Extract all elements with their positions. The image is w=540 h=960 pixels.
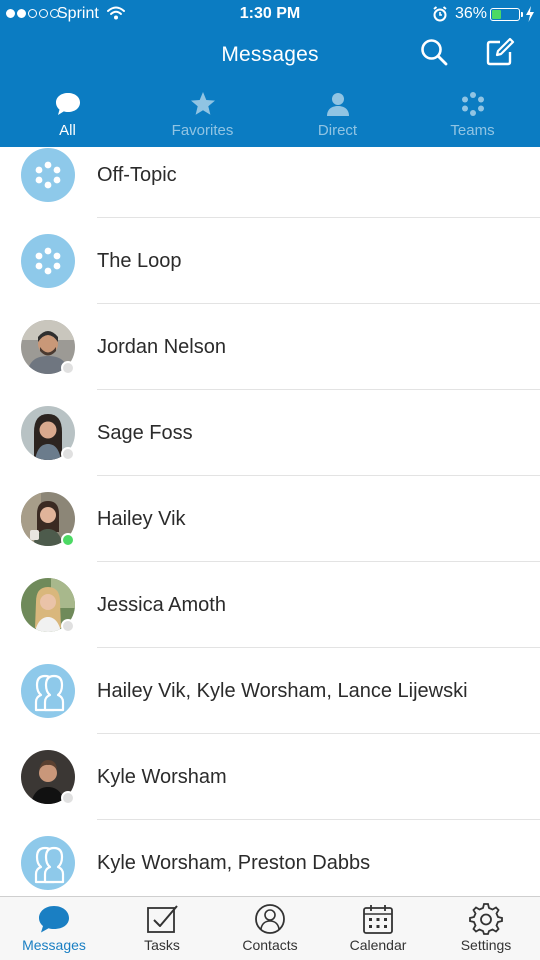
conversation-name: Hailey Vik [97,508,186,530]
chat-bubble-icon [55,93,80,115]
messages-icon [39,906,69,933]
tasks-icon [147,905,178,933]
conversation-row-the-loop[interactable]: The Loop [0,218,540,304]
conversation-row-kyle-worsham[interactable]: Kyle Worsham [0,734,540,820]
presence-offline-dot [61,447,75,461]
conversation-row-off-topic[interactable]: Off-Topic [0,147,540,218]
conversation-row-group-kyle-preston[interactable]: Kyle Worsham, Preston Dabbs [0,820,540,896]
group-avatar [21,664,75,718]
compose-button[interactable] [484,36,516,68]
team-dots-icon [35,247,61,275]
presence-offline-dot [61,361,75,375]
group-people-icon [34,674,65,712]
conversation-row-jordan-nelson[interactable]: Jordan Nelson [0,304,540,390]
page-title: Messages [221,43,319,66]
team-avatar [21,234,75,288]
message-filter-tabs: All Favorites Direct Teams [0,88,540,147]
tab-direct[interactable]: Direct [270,88,405,147]
bottom-tab-label: Tasks [144,937,180,953]
compose-icon [486,37,515,66]
app-header: Sprint 1:30 PM 36% Messages All Favorite… [0,0,540,147]
conversation-name: Jessica Amoth [97,594,226,616]
person-icon [326,93,349,116]
tab-favorites[interactable]: Favorites [135,88,270,147]
tab-label: Favorites [171,122,234,139]
team-dots-icon [35,161,61,189]
group-avatar [21,836,75,890]
star-icon [190,92,215,115]
conversation-name: Kyle Worsham, Preston Dabbs [97,852,371,874]
bottom-tab-calendar[interactable]: Calendar [324,897,432,960]
tab-label: Direct [317,122,358,139]
presence-offline-dot [61,791,75,805]
conversation-row-jessica-amoth[interactable]: Jessica Amoth [0,562,540,648]
bottom-tab-contacts[interactable]: Contacts [216,897,324,960]
charging-icon [526,6,534,22]
conversation-name: Kyle Worsham [97,766,227,788]
conversation-name: Hailey Vik, Kyle Worsham, Lance Lijewski [97,680,468,702]
battery-percent: 36% [455,5,488,22]
bottom-tab-label: Contacts [242,937,298,953]
conversation-name: Jordan Nelson [97,336,226,358]
conversation-row-group-hailey-kyle-lance[interactable]: Hailey Vik, Kyle Worsham, Lance Lijewski [0,648,540,734]
presence-online-dot [61,533,75,547]
status-bar: Sprint 1:30 PM 36% [0,0,540,28]
team-avatar [21,148,75,202]
bottom-tab-settings[interactable]: Settings [432,897,540,960]
search-button[interactable] [418,36,450,68]
bottom-tab-bar: Messages Tasks Contacts Calendar Setting… [0,896,540,960]
contacts-icon [255,904,285,934]
presence-offline-dot [61,619,75,633]
calendar-icon [363,905,393,934]
conversation-name: Off-Topic [97,164,177,186]
conversation-name: Sage Foss [97,422,193,444]
alarm-icon [433,6,447,22]
tab-label: Teams [450,122,495,139]
team-dots-icon [461,92,484,116]
settings-icon [469,903,503,935]
bottom-tab-label: Settings [460,937,512,953]
conversation-row-sage-foss[interactable]: Sage Foss [0,390,540,476]
bottom-tab-label: Calendar [349,937,407,953]
conversation-name: The Loop [97,250,182,272]
conversation-row-hailey-vik[interactable]: Hailey Vik [0,476,540,562]
tab-label: All [59,122,76,139]
tab-all[interactable]: All [0,88,135,147]
group-people-icon [34,846,65,884]
tab-teams[interactable]: Teams [405,88,540,147]
search-icon [421,39,448,66]
conversation-list[interactable]: Off-Topic The Loop Jordan Nelson Sage Fo… [0,147,540,896]
bottom-tab-tasks[interactable]: Tasks [108,897,216,960]
bottom-tab-messages[interactable]: Messages [0,897,108,960]
battery-icon [490,8,523,21]
bottom-tab-label: Messages [22,937,86,953]
battery-level-fill [492,10,502,19]
